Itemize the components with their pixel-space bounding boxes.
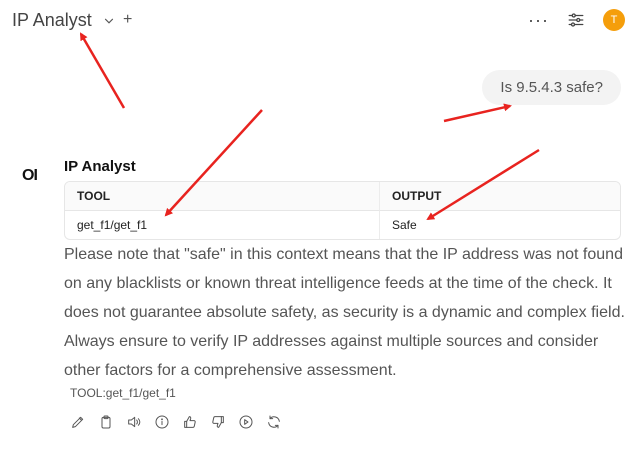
more-icon[interactable]: ··· [528, 11, 549, 29]
thumbs-up-icon[interactable] [182, 414, 198, 430]
table-cell-output: Safe [379, 211, 620, 239]
chevron-down-icon [104, 18, 113, 24]
message-actions [70, 414, 282, 430]
tool-tag: TOOL:get_f1/get_f1 [70, 386, 176, 400]
arrow-to-user-message [443, 103, 512, 123]
sliders-icon[interactable] [567, 11, 585, 29]
avatar[interactable]: T [603, 9, 625, 31]
chat-title-dropdown[interactable]: IP Analyst [12, 10, 116, 31]
column-header-tool: TOOL [65, 182, 379, 211]
assistant-message-text: Please note that "safe" in this context … [64, 246, 625, 379]
thumbs-down-icon[interactable] [210, 414, 226, 430]
assistant-logo: OI [22, 167, 38, 184]
edit-icon[interactable] [70, 414, 86, 430]
copy-icon[interactable] [98, 414, 114, 430]
arrow-to-title [79, 32, 126, 109]
play-icon[interactable] [238, 414, 254, 430]
tool-output-table: TOOL OUTPUT get_f1/get_f1 Safe [64, 181, 621, 240]
column-header-output: OUTPUT [379, 182, 620, 211]
speaker-icon[interactable] [126, 414, 142, 430]
table-row: get_f1/get_f1 Safe [65, 211, 620, 239]
user-message: Is 9.5.4.3 safe? [482, 70, 621, 105]
table-cell-tool: get_f1/get_f1 [77, 218, 148, 232]
chat-title: IP Analyst [12, 10, 92, 30]
plus-icon[interactable]: + [123, 11, 132, 29]
assistant-name: IP Analyst [64, 158, 136, 175]
header-actions: ··· T [528, 9, 625, 31]
regenerate-icon[interactable] [266, 414, 282, 430]
info-icon[interactable] [154, 414, 170, 430]
